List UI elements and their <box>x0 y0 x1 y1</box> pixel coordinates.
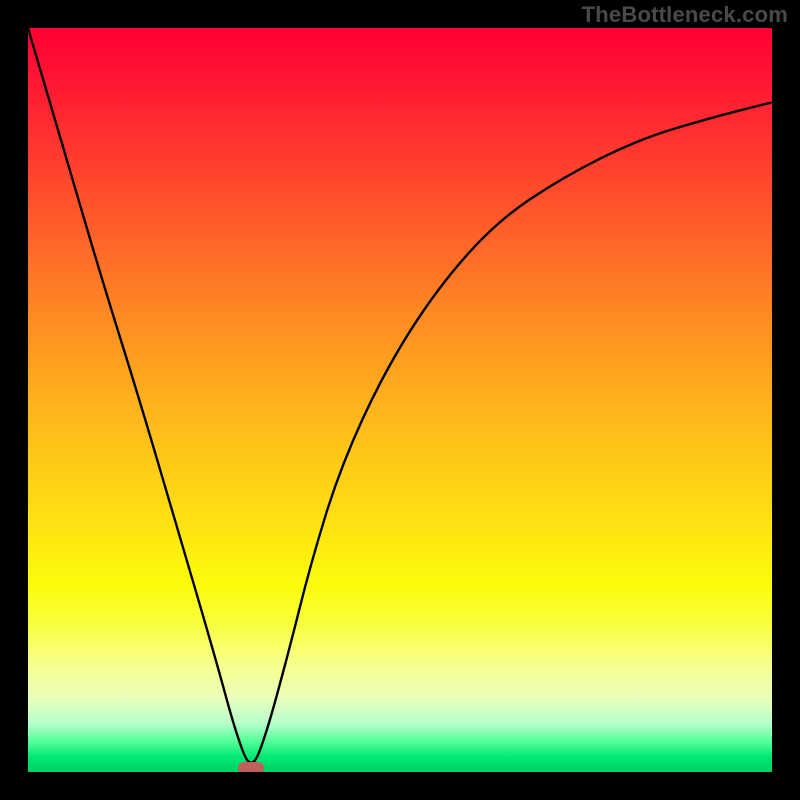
minimum-marker <box>238 762 264 772</box>
curve-svg <box>28 28 772 772</box>
bottleneck-curve <box>28 28 772 763</box>
chart-container: TheBottleneck.com <box>0 0 800 800</box>
plot-area <box>28 28 772 772</box>
watermark-text: TheBottleneck.com <box>582 2 788 28</box>
